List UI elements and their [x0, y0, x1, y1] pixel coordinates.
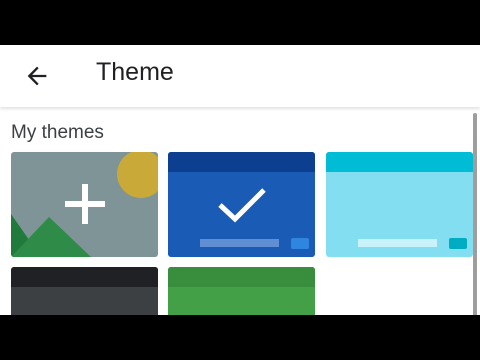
theme-key-preview: [449, 238, 467, 249]
section-title-my-themes: My themes: [11, 122, 104, 143]
theme-tile-dark[interactable]: [11, 267, 158, 315]
back-button[interactable]: [18, 57, 56, 95]
scrollbar[interactable]: [473, 113, 477, 315]
theme-tile-blue[interactable]: [168, 152, 315, 257]
theme-header-strip: [326, 152, 473, 172]
theme-tile-cyan[interactable]: [326, 152, 473, 257]
add-theme-tile[interactable]: [11, 152, 158, 257]
checkmark-icon: [218, 188, 266, 223]
theme-spacebar-preview: [358, 239, 437, 247]
theme-key-preview: [291, 238, 309, 249]
theme-tile-green[interactable]: [168, 267, 315, 315]
theme-screen: Theme My themes: [0, 45, 480, 315]
theme-spacebar-preview: [200, 239, 279, 247]
theme-header-strip: [168, 152, 315, 172]
page-title: Theme: [96, 58, 174, 86]
arrow-back-icon: [27, 66, 47, 86]
theme-header-strip: [168, 267, 315, 287]
add-icon: [65, 184, 105, 224]
theme-header-strip: [11, 267, 158, 287]
app-bar: Theme: [0, 45, 480, 107]
